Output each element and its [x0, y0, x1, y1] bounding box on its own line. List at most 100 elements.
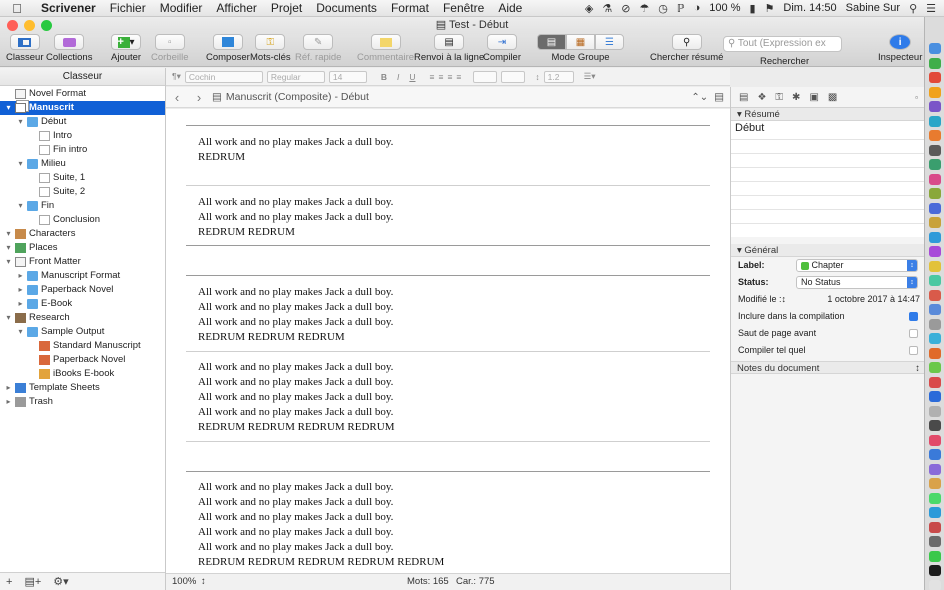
dock-app-icon[interactable]	[929, 246, 941, 257]
comment-tab-icon[interactable]: ▩	[828, 92, 837, 103]
minimize-window-button[interactable]	[24, 20, 35, 31]
dock-app-icon[interactable]	[929, 304, 941, 315]
disclosure-closed-icon[interactable]: ▸	[4, 381, 13, 395]
text-section[interactable]: All work and no play makes Jack a dull b…	[198, 285, 393, 345]
group-mode-control[interactable]: ▤ ▦ ☰ Mode Groupe	[537, 34, 624, 63]
dock-app-icon[interactable]	[929, 405, 941, 417]
bold-icon[interactable]: B	[381, 72, 387, 82]
forward-arrow-icon[interactable]: ›	[188, 90, 210, 105]
search-input[interactable]: ⚲ Tout (Expression ex	[723, 36, 842, 52]
dock-app-icon[interactable]	[929, 463, 941, 475]
umbrella-icon[interactable]: ☂	[639, 2, 649, 15]
search-synopsis-toolbar-button[interactable]: ⚲ Chercher résumé	[650, 34, 723, 63]
disclosure-open-icon[interactable]: ▾	[16, 157, 25, 171]
dock-app-icon[interactable]	[929, 550, 941, 562]
binder-item[interactable]: ▾ Manuscrit	[0, 101, 165, 115]
text-section[interactable]: All work and no play makes Jack a dull b…	[198, 195, 393, 240]
binder-item[interactable]: ▸ Template Sheets	[0, 381, 165, 395]
menu-project[interactable]: Projet	[264, 1, 309, 15]
battery-percent[interactable]: 100 %	[709, 2, 740, 14]
spotlight-icon[interactable]: ⚲	[909, 2, 917, 15]
list-icon[interactable]: ☰▾	[584, 71, 596, 82]
dropbox-icon[interactable]: ◈	[585, 2, 593, 15]
menu-help[interactable]: Aide	[491, 1, 529, 15]
menu-edit[interactable]: Modifier	[153, 1, 210, 15]
chevron-updown-icon[interactable]: ↕	[915, 362, 920, 375]
align-center-icon[interactable]: ≡	[438, 72, 443, 82]
menu-window[interactable]: Fenêtre	[436, 1, 491, 15]
dock-app-icon[interactable]	[929, 521, 941, 533]
outliner-icon[interactable]: ☰	[595, 34, 624, 50]
apple-menu-icon[interactable]: 	[0, 1, 34, 16]
dock-app-icon[interactable]	[929, 492, 941, 504]
dock-app-icon[interactable]	[929, 217, 941, 228]
disclosure-closed-icon[interactable]: ▸	[16, 297, 25, 311]
binder-item[interactable]: ▾ Sample Output	[0, 325, 165, 339]
dock-app-icon[interactable]	[929, 420, 941, 431]
back-arrow-icon[interactable]: ‹	[166, 90, 188, 105]
flask-icon[interactable]: ⚗	[602, 2, 612, 15]
corkboard-icon[interactable]: ▦	[566, 34, 595, 50]
label-select[interactable]: Chapter ↕	[796, 259, 918, 272]
disclosure-open-icon[interactable]: ▾	[4, 227, 13, 241]
menubar-user[interactable]: Sabine Sur	[846, 2, 900, 14]
dock-app-icon[interactable]	[929, 260, 941, 272]
disclosure-open-icon[interactable]: ▾	[4, 255, 13, 269]
binder-item[interactable]: iBooks E-book	[0, 367, 165, 381]
align-left-icon[interactable]: ≡	[430, 72, 435, 82]
wrap-toolbar-button[interactable]: ▤ Renvoi à la ligne	[414, 34, 484, 63]
bluetooth-icon[interactable]: ℙ	[677, 2, 685, 15]
flag-icon[interactable]: ⚑	[765, 2, 775, 15]
bookmark-tab-icon[interactable]: ❖	[757, 92, 766, 103]
disclosure-open-icon[interactable]: ▾	[4, 311, 13, 325]
dock-app-icon[interactable]	[929, 333, 941, 344]
add-item-icon[interactable]: +	[6, 576, 12, 588]
editor-path[interactable]: Manuscrit (Composite) - Début	[226, 91, 369, 103]
trash-toolbar-button[interactable]: ▫ Corbeille	[151, 34, 189, 63]
dock-app-icon[interactable]	[929, 144, 941, 156]
text-section[interactable]: All work and no play makes Jack a dull b…	[198, 480, 444, 570]
dock-app-icon[interactable]	[929, 159, 941, 170]
time-machine-icon[interactable]: ◷	[658, 2, 668, 15]
dock-app-icon[interactable]	[929, 86, 941, 98]
binder-item[interactable]: ▾ Characters	[0, 227, 165, 241]
status-select[interactable]: No Status ↕	[796, 276, 918, 289]
align-right-icon[interactable]: ≡	[447, 72, 452, 82]
disclosure-closed-icon[interactable]: ▸	[16, 283, 25, 297]
battery-icon[interactable]: ▮	[749, 2, 755, 15]
sync-icon[interactable]: ⊘	[621, 2, 630, 15]
quickref-toolbar-button[interactable]: ✎ Réf. rapide	[295, 34, 341, 63]
keywords-toolbar-button[interactable]: ⚿ Mots-clés	[250, 34, 291, 63]
italic-icon[interactable]: I	[397, 72, 399, 82]
disclosure-open-icon[interactable]: ▾	[16, 115, 25, 129]
general-section-header[interactable]: ▾ Général	[731, 244, 924, 257]
binder-item[interactable]: Intro	[0, 129, 165, 143]
binder-item[interactable]: Paperback Novel	[0, 353, 165, 367]
compile-toolbar-button[interactable]: ⇥ Compiler	[483, 34, 521, 63]
binder-item[interactable]: ▾ Front Matter	[0, 255, 165, 269]
line-spacing-select[interactable]: 1.2	[543, 70, 574, 83]
binder-item[interactable]: Suite, 1	[0, 171, 165, 185]
dock-app-icon[interactable]	[929, 565, 941, 576]
dock-app-icon[interactable]	[929, 115, 941, 127]
menu-documents[interactable]: Documents	[309, 1, 384, 15]
menu-app[interactable]: Scrivener	[34, 1, 103, 15]
menu-format[interactable]: Format	[384, 1, 436, 15]
binder-item[interactable]: ▾ Places	[0, 241, 165, 255]
text-color-select[interactable]	[473, 70, 498, 83]
dock-app-icon[interactable]	[929, 43, 941, 54]
dock-app-icon[interactable]	[929, 101, 941, 112]
binder-item[interactable]: ▸ Paperback Novel	[0, 283, 165, 297]
close-window-button[interactable]	[7, 20, 18, 31]
dock-app-icon[interactable]	[929, 434, 941, 446]
dock-app-icon[interactable]	[929, 188, 941, 199]
lock-icon[interactable]: ▫	[915, 93, 918, 102]
binder-item[interactable]: ▾ Research	[0, 311, 165, 325]
dock-app-icon[interactable]	[929, 57, 941, 69]
notes-section-header[interactable]: Notes du document ↕	[731, 361, 924, 374]
binder-item[interactable]: ▸ E-Book	[0, 297, 165, 311]
disclosure-open-icon[interactable]: ▾	[4, 241, 13, 255]
page-break-checkbox[interactable]	[909, 329, 918, 338]
dock-app-icon[interactable]	[929, 275, 941, 286]
justify-icon[interactable]: ≡	[456, 72, 461, 82]
